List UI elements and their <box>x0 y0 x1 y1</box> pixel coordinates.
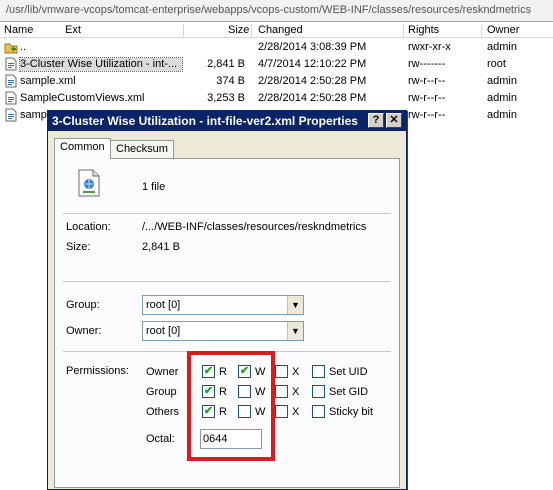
column-ext[interactable]: Ext <box>65 24 81 37</box>
path-bar: /usr/lib/vmware-vcops/tomcat-enterprise/… <box>0 0 553 22</box>
owner-execute-checkbox[interactable] <box>275 365 288 378</box>
perm-row-owner-label: Owner <box>146 366 179 378</box>
file-rights: rw-r--r-- <box>408 92 446 104</box>
owner-select[interactable]: root [0] ▼ <box>142 321 304 341</box>
sticky-bit-checkbox[interactable] <box>312 405 325 418</box>
file-changed: 4/7/2014 12:10:22 PM <box>258 58 367 70</box>
size-value: 2,841 B <box>142 241 180 253</box>
sticky-bit-label: Sticky bit <box>329 406 374 418</box>
divider <box>63 281 391 282</box>
group-execute-checkbox[interactable] <box>275 385 288 398</box>
file-size: 374 B <box>216 75 245 87</box>
file-name: .. <box>20 41 27 53</box>
owner-label: Owner: <box>66 325 102 337</box>
r-label: R <box>219 386 227 398</box>
x-label: X <box>292 386 300 398</box>
size-label: Size: <box>66 241 91 253</box>
perm-row-group-label: Group <box>146 386 177 398</box>
file-name: sample.xml <box>20 75 76 87</box>
perm-row-others-label: Others <box>146 406 180 418</box>
help-button[interactable]: ? <box>368 113 384 128</box>
chevron-down-icon[interactable]: ▼ <box>287 322 303 340</box>
others-read-checkbox[interactable]: ✔ <box>202 405 215 418</box>
x-label: X <box>292 366 300 378</box>
others-write-checkbox[interactable] <box>238 405 251 418</box>
file-size: 3,253 B <box>207 92 245 104</box>
file-rights: rw-r--r-- <box>408 75 446 87</box>
permissions-label: Permissions: <box>66 365 129 377</box>
file-row[interactable]: .. 2/28/2014 3:08:39 PM rwxr-xr-x admin <box>0 39 553 56</box>
file-name: 3-Cluster Wise Utilization - int-... <box>19 57 183 72</box>
divider <box>63 213 391 214</box>
common-tab-panel: 1 file Location: /.../WEB-INF/classes/re… <box>54 158 400 488</box>
owner-write-checkbox[interactable]: ✔ <box>238 365 251 378</box>
file-row[interactable]: SampleCustomViews.xml 3,253 B 2/28/2014 … <box>0 90 553 107</box>
file-owner: admin <box>487 75 517 87</box>
column-size[interactable]: Size <box>228 24 249 37</box>
chevron-down-icon[interactable]: ▼ <box>287 296 303 314</box>
file-changed: 2/28/2014 2:50:28 PM <box>258 75 367 87</box>
file-owner: admin <box>487 92 517 104</box>
file-changed: 2/28/2014 2:50:28 PM <box>258 92 367 104</box>
column-rights[interactable]: Rights <box>408 24 439 37</box>
group-read-checkbox[interactable]: ✔ <box>202 385 215 398</box>
file-count: 1 file <box>142 181 166 193</box>
w-label: W <box>255 366 266 378</box>
column-owner[interactable]: Owner <box>487 24 519 37</box>
file-row[interactable]: 3-Cluster Wise Utilization - int-... 2,8… <box>0 56 553 73</box>
location-value[interactable]: /.../WEB-INF/classes/resources/reskndmet… <box>142 221 366 234</box>
group-select-value: root [0] <box>146 299 181 311</box>
others-execute-checkbox[interactable] <box>275 405 288 418</box>
location-label: Location: <box>66 221 111 233</box>
file-changed: 2/28/2014 3:08:39 PM <box>258 41 367 53</box>
properties-dialog: 3-Cluster Wise Utilization - int-file-ve… <box>47 110 407 490</box>
group-label: Group: <box>66 299 100 311</box>
xml-file-icon <box>4 108 18 122</box>
x-label: X <box>292 406 300 418</box>
column-changed[interactable]: Changed <box>258 24 303 37</box>
path-text[interactable]: /usr/lib/vmware-vcops/tomcat-enterprise/… <box>4 3 549 19</box>
xml-file-icon <box>4 91 18 105</box>
octal-label: Octal: <box>146 433 175 445</box>
set-gid-label: Set GID <box>329 386 369 398</box>
owner-select-value: root [0] <box>146 325 181 337</box>
dialog-titlebar[interactable]: 3-Cluster Wise Utilization - int-file-ve… <box>48 111 406 131</box>
file-size: 2,841 B <box>207 58 245 70</box>
file-row[interactable]: sample.xml 374 B 2/28/2014 2:50:28 PM rw… <box>0 73 553 90</box>
group-write-checkbox[interactable] <box>238 385 251 398</box>
column-header: Name Ext Size Changed Rights Owner <box>0 23 553 38</box>
divider <box>63 351 391 352</box>
xml-file-icon <box>4 74 18 88</box>
group-select[interactable]: root [0] ▼ <box>142 295 304 315</box>
column-name[interactable]: Name <box>4 24 33 37</box>
w-label: W <box>255 386 266 398</box>
octal-input[interactable]: 0644 <box>200 429 262 449</box>
set-gid-checkbox[interactable] <box>312 385 325 398</box>
tab-common[interactable]: Common <box>54 138 111 159</box>
file-rights: rwxr-xr-x <box>408 41 451 53</box>
parent-folder-icon <box>4 40 18 54</box>
xml-file-icon <box>4 57 18 71</box>
tab-checksum[interactable]: Checksum <box>110 140 174 158</box>
xml-document-icon <box>77 169 101 197</box>
set-uid-checkbox[interactable] <box>312 365 325 378</box>
r-label: R <box>219 406 227 418</box>
file-owner: admin <box>487 41 517 53</box>
file-rights: rw------- <box>408 58 446 70</box>
file-name: SampleCustomViews.xml <box>20 92 145 104</box>
file-owner: admin <box>487 109 517 121</box>
set-uid-label: Set UID <box>329 366 368 378</box>
close-button[interactable]: ✕ <box>386 113 402 128</box>
file-owner: root <box>487 58 506 70</box>
owner-read-checkbox[interactable]: ✔ <box>202 365 215 378</box>
r-label: R <box>219 366 227 378</box>
dialog-title: 3-Cluster Wise Utilization - int-file-ve… <box>52 114 358 128</box>
file-rights: rw-r--r-- <box>408 109 446 121</box>
w-label: W <box>255 406 266 418</box>
